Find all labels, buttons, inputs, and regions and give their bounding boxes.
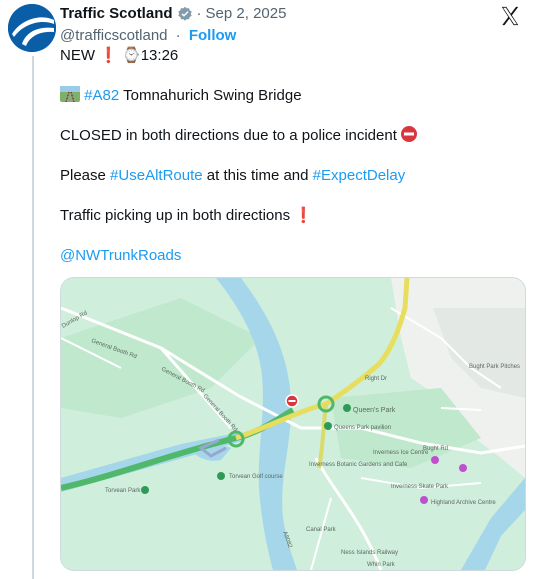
line-new: NEW ❗ ⌚13:26 [60,46,178,66]
label-skate-park: Inverness Skate Park [391,484,449,490]
line-road: #A82 Tomnahurich Swing Bridge [60,86,302,106]
label-torvean-golf: Torvean Golf course [229,474,283,480]
line-closed: CLOSED in both directions due to a polic… [60,126,418,146]
park-pin-icon [343,404,351,412]
label-botanic: Inverness Botanic Gardens and Cafe [309,462,408,468]
map-image[interactable]: General Booth Rd General Booth Rd Genera… [60,277,526,571]
time-text: 13:26 [140,47,179,64]
closure-bar [288,400,296,402]
closed-text: CLOSED in both directions due to a polic… [60,127,397,144]
park-pin-icon [324,422,332,430]
exclamation-icon: ❗ [99,47,118,64]
x-logo-icon[interactable] [499,5,521,27]
follow-button[interactable]: Follow [189,27,237,44]
user-handle[interactable]: @trafficscotland [60,27,168,44]
label-ness-islands-railway: Ness Islands Railway [341,550,398,556]
label-canal-park: Canal Park [306,527,337,533]
poi-pin-icon [431,456,439,464]
avatar[interactable] [8,4,56,52]
label-right-dr: Right Dr [365,376,387,382]
line-traffic: Traffic picking up in both directions ❗ [60,206,313,226]
hashtag-usealtroute[interactable]: #UseAltRoute [110,167,203,184]
hashtag-a82[interactable]: #A82 [84,87,119,104]
label-torvean-park: Torvean Park [105,488,141,494]
poi-pin-icon [420,496,428,504]
exclamation-icon: ❗ [294,207,313,224]
traffic-scotland-logo-icon [8,4,56,52]
watch-icon: ⌚ [122,47,141,64]
railway-track-icon [60,86,80,103]
label-bught-park-pitches: Bught Park Pitches [469,364,520,370]
road-text: Tomnahurich Swing Bridge [119,87,302,104]
hashtag-expectdelay[interactable]: #ExpectDelay [313,167,406,184]
label-highland-archive: Highland Archive Centre [431,500,496,506]
label-whin-park: Whin Park [367,562,396,568]
tweet-header: Traffic Scotland · Sep 2, 2025 @traffics… [60,5,537,45]
label-bught-rd: Bught Rd [423,446,448,452]
please-text: Please [60,167,111,184]
park-pin-icon [141,486,149,494]
no-entry-icon [401,126,418,142]
thread-line [32,56,34,579]
label-queens-park: Queen's Park [353,407,396,414]
mention-nwtrunkroads[interactable]: @NWTrunkRoads [60,247,181,264]
label-ice-centre: Inverness Ice Centre [373,450,429,456]
separator-dot: · [175,27,181,44]
map-canvas: General Booth Rd General Booth Rd Genera… [61,278,525,570]
display-name[interactable]: Traffic Scotland [60,5,173,23]
at-this-time-text: at this time and [202,167,313,184]
poi-pin-icon [459,464,467,472]
line-mention: @NWTrunkRoads [60,246,181,266]
new-label: NEW [60,47,95,64]
traffic-text: Traffic picking up in both directions [60,207,291,224]
park-pin-icon [217,472,225,480]
verified-badge-icon [177,6,192,21]
label-queens-park-pavilion: Queens Park pavilion [334,425,391,431]
tweet-date[interactable]: Sep 2, 2025 [206,5,287,23]
line-please: Please #UseAltRoute at this time and #Ex… [60,166,405,186]
separator-dot: · [196,5,202,22]
